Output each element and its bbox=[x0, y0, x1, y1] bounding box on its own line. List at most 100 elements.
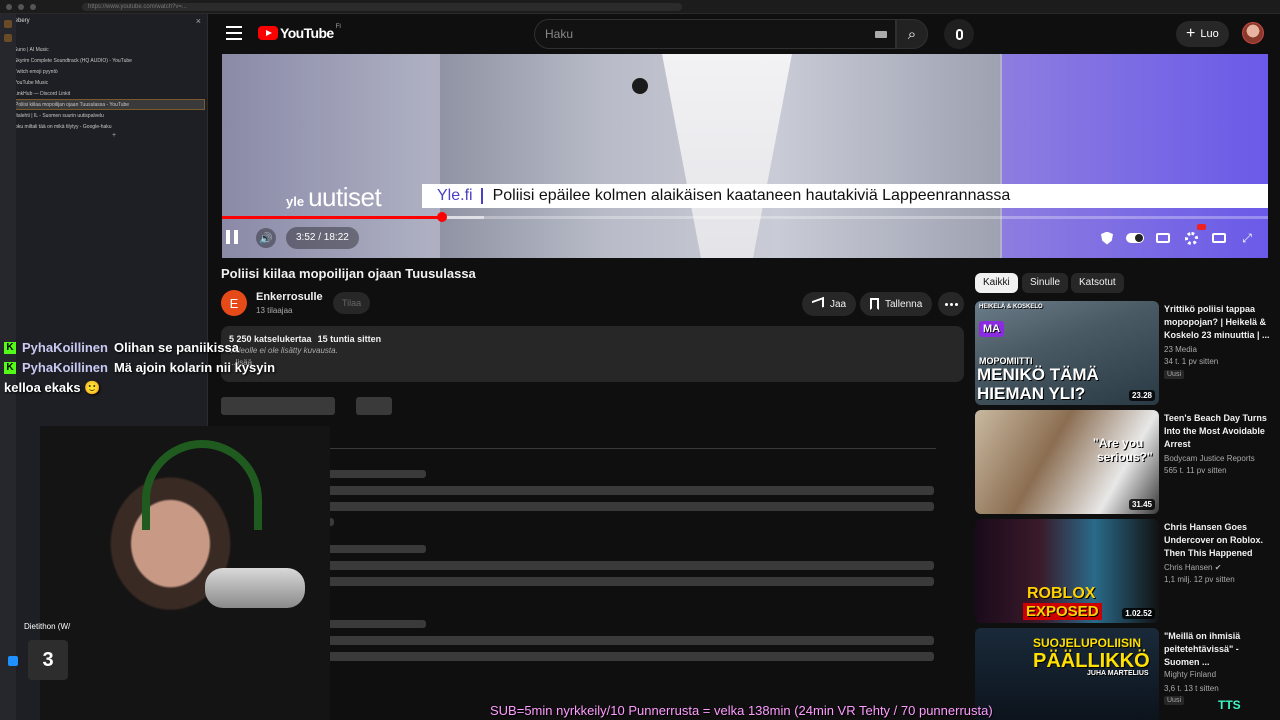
recommendation-meta: 3,6 t. 13 t sitten bbox=[1164, 684, 1219, 693]
save-button[interactable]: Tallenna bbox=[860, 292, 933, 316]
description-text: Videolle ei ole lisätty kuvausta. bbox=[229, 346, 338, 355]
hd-badge bbox=[1197, 224, 1206, 230]
address-bar[interactable]: https://www.youtube.com/watch?v=... bbox=[82, 2, 682, 11]
skeleton-placeholder bbox=[256, 652, 934, 661]
video-thumbnail[interactable]: "Are you serious?" 31.45 bbox=[975, 410, 1159, 514]
subscribe-button[interactable]: Tilaa bbox=[333, 292, 371, 314]
autoplay-toggle[interactable] bbox=[1126, 229, 1144, 247]
plus-icon: + bbox=[1186, 25, 1196, 42]
show-more-link[interactable]: ...lisää bbox=[229, 358, 956, 367]
alert-counter: 3 bbox=[28, 640, 68, 680]
subtitles-icon[interactable] bbox=[1154, 229, 1172, 247]
streamer-microphone bbox=[205, 568, 305, 608]
hamburger-menu-icon[interactable] bbox=[226, 26, 242, 40]
voice-search-button[interactable] bbox=[944, 19, 974, 49]
keyboard-icon[interactable] bbox=[875, 31, 887, 38]
tab-item[interactable]: LinkHub — Discord Linkit bbox=[2, 88, 205, 99]
progress-bar[interactable] bbox=[222, 212, 1268, 222]
duration-badge: 1.02.52 bbox=[1122, 608, 1155, 619]
tab-item-active[interactable]: Poliisi kiilaa mopoilijan ojaan Tuusulas… bbox=[2, 99, 205, 110]
search-button[interactable]: ⌕ bbox=[896, 19, 928, 49]
gear-icon[interactable] bbox=[1182, 224, 1206, 247]
tab-item[interactable]: YouTube Music bbox=[2, 77, 205, 88]
shield-icon[interactable] bbox=[1098, 229, 1116, 247]
video-player[interactable]: yle uutiset Yle.fi Poliisi epäilee kolme… bbox=[222, 54, 1268, 258]
chat-text: Mä ajoin kolarin nii kysyin bbox=[113, 360, 276, 375]
recommendation-title[interactable]: "Meillä on ihmisiä peitetehtävissä" - Su… bbox=[1164, 630, 1272, 669]
chip-watched[interactable]: Katsotut bbox=[1071, 273, 1124, 293]
info-icon bbox=[8, 656, 18, 666]
chat-message: K PyhaKoillinen Olihan se paniikissa bbox=[4, 340, 334, 355]
more-actions-button[interactable] bbox=[938, 292, 964, 316]
tab-item[interactable]: joku miltali tää on mikä tilytyy - Googl… bbox=[2, 121, 205, 132]
new-badge: Uusi bbox=[1164, 696, 1185, 705]
video-thumbnail[interactable]: HEIKELÄ & KOSKELO MA MOPOMIITTI MENIKÖ T… bbox=[975, 301, 1159, 405]
avatar[interactable] bbox=[1242, 22, 1264, 44]
skeleton-placeholder bbox=[356, 397, 392, 415]
panel-icon[interactable] bbox=[4, 34, 12, 42]
alert-name: Dietithon (W/ bbox=[24, 622, 71, 631]
video-thumbnail[interactable]: SUOJELUPOLIISIN PÄÄLLIKKÖ JUHA MARTELIUS bbox=[975, 628, 1159, 720]
recommendation-title[interactable]: Yrittikö poliisi tappaa mopopojan? | Hei… bbox=[1164, 303, 1272, 342]
reload-icon[interactable] bbox=[30, 3, 36, 10]
video-thumbnail[interactable]: ROBLOX EXPOSED 1.02.52 bbox=[975, 519, 1159, 623]
tab-item[interactable]: Suno | AI Music bbox=[2, 44, 205, 55]
recommendation-channel[interactable]: 23 Media bbox=[1164, 345, 1197, 354]
theater-mode-icon[interactable] bbox=[1210, 229, 1228, 247]
emote-icon: 🙂 bbox=[84, 380, 101, 395]
share-icon bbox=[812, 296, 824, 312]
kick-badge-icon: K bbox=[4, 341, 16, 354]
recommendation-title[interactable]: Chris Hansen Goes Undercover on Roblox. … bbox=[1164, 521, 1272, 560]
skeleton-placeholder bbox=[256, 577, 934, 586]
recommendation-channel[interactable]: Mighty Finland bbox=[1164, 670, 1216, 679]
tab-list: Suno | AI Music Skyrim Complete Soundtra… bbox=[0, 44, 207, 139]
youtube-header: YouTube FI Haku ⌕ + Luo bbox=[208, 14, 1280, 54]
recommendation-channel[interactable]: Bodycam Justice Reports bbox=[1164, 454, 1255, 463]
bookmark-icon bbox=[870, 298, 879, 310]
chat-overlay: K PyhaKoillinen Olihan se paniikissa K P… bbox=[4, 340, 334, 396]
chip-all[interactable]: Kaikki bbox=[975, 273, 1018, 293]
channel-avatar[interactable]: E bbox=[221, 290, 247, 316]
channel-name[interactable]: Enkerrosulle bbox=[256, 291, 323, 303]
microphone-icon bbox=[955, 28, 963, 40]
recommendation-item[interactable]: ROBLOX EXPOSED 1.02.52 Chris Hansen Goes… bbox=[975, 519, 1275, 623]
volume-icon[interactable]: 🔊 bbox=[256, 228, 276, 248]
fullscreen-icon[interactable]: ⤢ bbox=[1238, 229, 1256, 247]
news-ticker: Yle.fi Poliisi epäilee kolmen alaikäisen… bbox=[422, 184, 1268, 208]
share-button[interactable]: Jaa bbox=[802, 292, 857, 316]
duration-badge: 23.28 bbox=[1128, 390, 1155, 401]
recommendation-item[interactable]: HEIKELÄ & KOSKELO MA MOPOMIITTI MENIKÖ T… bbox=[975, 301, 1275, 405]
tab-item[interactable]: Iltalehti | IL - Suomen suurin uutispalv… bbox=[2, 110, 205, 121]
back-icon[interactable] bbox=[6, 3, 12, 10]
player-right-controls: ⤢ bbox=[1090, 224, 1264, 249]
close-icon[interactable]: × bbox=[196, 16, 201, 26]
skeleton-placeholder bbox=[256, 486, 934, 495]
chip-for-you[interactable]: Sinulle bbox=[1022, 273, 1069, 293]
pause-icon[interactable] bbox=[226, 230, 238, 244]
search-icon: ⌕ bbox=[907, 25, 917, 43]
skeleton-placeholder bbox=[256, 636, 934, 645]
recommendation-meta: 34 t. 1 pv sitten bbox=[1164, 357, 1219, 366]
new-tab-button[interactable]: + bbox=[2, 132, 205, 139]
skeleton-divider bbox=[256, 448, 936, 449]
time-display: 3:52 / 18:22 bbox=[286, 227, 359, 249]
search-input[interactable]: Haku bbox=[534, 19, 896, 49]
duration-badge: 31.45 bbox=[1128, 499, 1155, 510]
create-button[interactable]: + Luo bbox=[1176, 21, 1229, 47]
skeleton-placeholder bbox=[256, 502, 934, 511]
recommendation-channel[interactable]: Chris Hansen ✔ bbox=[1164, 563, 1221, 572]
tab-item[interactable]: Twitch emoji pyyntö bbox=[2, 66, 205, 77]
lapel-mic bbox=[632, 78, 648, 94]
panel-icon[interactable] bbox=[4, 20, 12, 28]
video-stats: 5 250 katselukertaa 15 tuntia sitten bbox=[229, 334, 382, 344]
tab-item[interactable]: Skyrim Complete Soundtrack (HQ AUDIO) - … bbox=[2, 55, 205, 66]
chat-message: K PyhaKoillinen Mä ajoin kolarin nii kys… bbox=[4, 360, 334, 375]
recommendation-meta: 1,1 milj. 12 pv sitten bbox=[1164, 575, 1235, 584]
recommendation-title[interactable]: Teen's Beach Day Turns Into the Most Avo… bbox=[1164, 412, 1272, 451]
forward-icon[interactable] bbox=[18, 3, 24, 10]
video-title: Poliisi kiilaa mopoilijan ojaan Tuusulas… bbox=[221, 266, 476, 281]
youtube-logo[interactable]: YouTube FI bbox=[258, 24, 341, 41]
verified-icon: ✔ bbox=[1214, 563, 1222, 572]
skeleton-placeholder bbox=[221, 397, 335, 415]
recommendation-item[interactable]: "Are you serious?" 31.45 Teen's Beach Da… bbox=[975, 410, 1275, 514]
